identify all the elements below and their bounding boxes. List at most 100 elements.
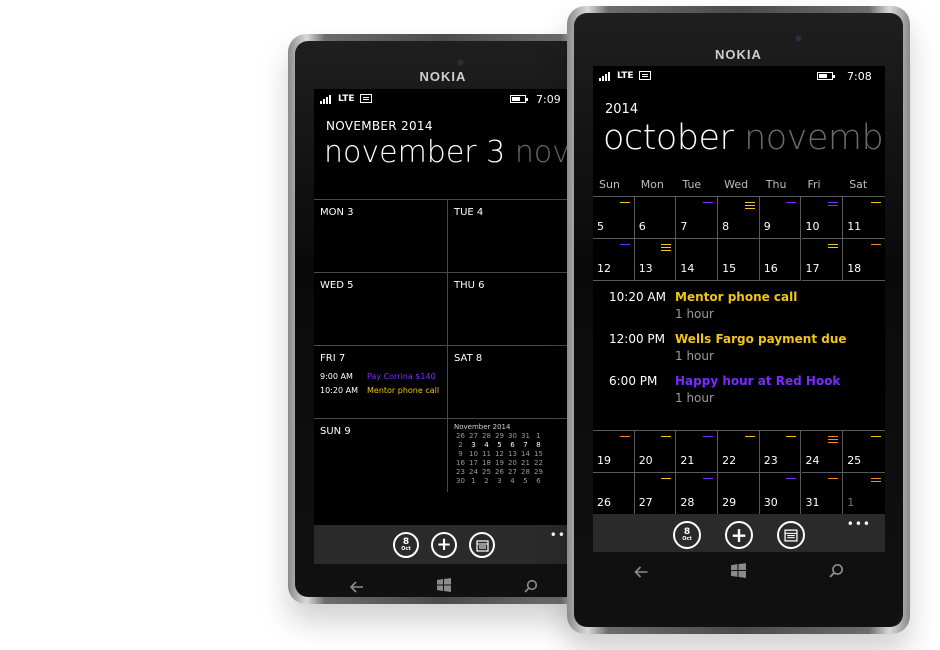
date-cell[interactable]: 8 <box>718 197 760 239</box>
mini-calendar-day[interactable]: 6 <box>532 477 545 485</box>
day-cell-sat[interactable]: SAT 8 <box>448 346 574 419</box>
month-pivot[interactable]: october novembe <box>603 118 885 158</box>
date-cell[interactable]: 25 <box>843 431 885 473</box>
date-cell[interactable]: 16 <box>759 239 802 281</box>
mini-calendar-day[interactable]: 24 <box>467 468 480 476</box>
date-cell[interactable]: 13 <box>634 239 677 281</box>
mini-calendar-day[interactable]: 19 <box>493 459 506 467</box>
mini-calendar-day[interactable]: 27 <box>467 432 480 440</box>
mini-calendar-day[interactable]: 28 <box>480 432 493 440</box>
event-item[interactable]: 10:20 AM Mentor phone call 1 hour <box>609 290 797 321</box>
next-month-title[interactable]: novembe <box>744 118 885 158</box>
today-button[interactable]: 8 Oct <box>673 521 701 549</box>
mini-calendar-day[interactable]: 29 <box>532 468 545 476</box>
mini-calendar-day[interactable]: 31 <box>519 432 532 440</box>
mini-calendar-day[interactable]: 30 <box>506 432 519 440</box>
day-cell-sun[interactable]: SUN 9 <box>314 419 448 492</box>
day-cell-tue[interactable]: TUE 4 <box>448 200 574 273</box>
mini-calendar-day[interactable]: 30 <box>454 477 467 485</box>
back-icon[interactable] <box>349 578 364 597</box>
next-pivot-title[interactable]: nove <box>515 135 574 170</box>
date-cell[interactable]: 21 <box>676 431 719 473</box>
day-cell-mon[interactable]: MON 3 <box>314 200 448 273</box>
date-cell[interactable]: 5 <box>593 197 635 239</box>
mini-calendar-day[interactable]: 26 <box>454 432 467 440</box>
today-button[interactable]: 8 Oct <box>393 532 419 558</box>
mini-calendar-day[interactable]: 21 <box>519 459 532 467</box>
day-cell-wed[interactable]: WED 5 <box>314 273 448 346</box>
mini-calendar-day[interactable]: 1 <box>467 477 480 485</box>
search-icon[interactable] <box>524 578 538 597</box>
mini-calendar[interactable]: November 2014 26 27 28 29 30 31 1 2 3 4 5 6 7 8 9 10 11 1… <box>448 419 574 492</box>
add-icon[interactable]: + <box>431 532 457 558</box>
date-cell[interactable]: 29 <box>718 473 760 515</box>
mini-calendar-day[interactable]: 16 <box>454 459 467 467</box>
event-item[interactable]: 12:00 PM Wells Fargo payment due 1 hour <box>609 332 847 363</box>
date-cell[interactable]: 18 <box>843 239 885 281</box>
mini-calendar-day[interactable]: 2 <box>454 441 467 449</box>
back-icon[interactable] <box>634 563 649 582</box>
header-date[interactable]: november 3 nove <box>324 135 574 170</box>
mini-calendar-day[interactable]: 22 <box>532 459 545 467</box>
mini-calendar-day[interactable]: 7 <box>519 441 532 449</box>
mini-calendar-day[interactable]: 1 <box>532 432 545 440</box>
date-cell[interactable]: 6 <box>634 197 677 239</box>
date-cell[interactable]: 23 <box>759 431 802 473</box>
date-cell[interactable]: 24 <box>801 431 844 473</box>
date-cell[interactable]: 7 <box>676 197 719 239</box>
mini-calendar-day[interactable]: 10 <box>467 450 480 458</box>
add-icon[interactable]: + <box>725 521 753 549</box>
date-cell[interactable]: 12 <box>593 239 635 281</box>
mini-calendar-day[interactable]: 4 <box>480 441 493 449</box>
mini-calendar-day[interactable]: 4 <box>506 477 519 485</box>
date-cell[interactable]: 17 <box>801 239 844 281</box>
date-cell[interactable]: 11 <box>843 197 885 239</box>
mini-calendar-day[interactable]: 28 <box>519 468 532 476</box>
event-item[interactable]: 6:00 PM Happy hour at Red Hook 1 hour <box>609 374 840 405</box>
date-cell[interactable]: 20 <box>634 431 677 473</box>
event-item[interactable]: 10:20 AM Mentor phone call <box>320 386 439 395</box>
date-cell[interactable]: 14 <box>676 239 719 281</box>
date-cell[interactable]: 27 <box>634 473 677 515</box>
mini-calendar-day[interactable]: 6 <box>506 441 519 449</box>
mini-calendar-day[interactable]: 20 <box>506 459 519 467</box>
mini-calendar-day[interactable]: 3 <box>493 477 506 485</box>
date-cell[interactable]: 26 <box>593 473 635 515</box>
mini-calendar-day[interactable]: 8 <box>532 441 545 449</box>
date-cell[interactable]: 1 <box>843 473 885 515</box>
mini-calendar-day[interactable]: 2 <box>480 477 493 485</box>
mini-calendar-day[interactable]: 12 <box>493 450 506 458</box>
date-cell[interactable]: 22 <box>718 431 760 473</box>
mini-calendar-day[interactable]: 11 <box>480 450 493 458</box>
mini-calendar-day[interactable]: 15 <box>532 450 545 458</box>
day-cell-thu[interactable]: THU 6 <box>448 273 574 346</box>
mini-calendar-day[interactable]: 17 <box>467 459 480 467</box>
month-view-icon[interactable] <box>469 532 495 558</box>
date-cell[interactable]: 30 <box>759 473 802 515</box>
day-cell-fri[interactable]: FRI 7 9:00 AM Pay Corrina $140 10:20 AM Me… <box>314 346 448 419</box>
mini-calendar-day[interactable]: 3 <box>467 441 480 449</box>
mini-calendar-day[interactable]: 27 <box>506 468 519 476</box>
date-cell[interactable]: 10 <box>801 197 844 239</box>
date-cell[interactable]: 19 <box>593 431 635 473</box>
windows-icon[interactable] <box>730 562 747 583</box>
mini-calendar-day[interactable]: 26 <box>493 468 506 476</box>
mini-calendar-day[interactable]: 29 <box>493 432 506 440</box>
month-view-icon[interactable] <box>777 521 805 549</box>
mini-calendar-day[interactable]: 5 <box>493 441 506 449</box>
more-icon[interactable]: ••• <box>847 517 871 531</box>
mini-calendar-day[interactable]: 14 <box>519 450 532 458</box>
event-item[interactable]: 9:00 AM Pay Corrina $140 <box>320 372 436 381</box>
date-cell[interactable]: 9 <box>759 197 802 239</box>
search-icon[interactable] <box>829 563 844 582</box>
mini-calendar-day[interactable]: 5 <box>519 477 532 485</box>
mini-calendar-day[interactable]: 25 <box>480 468 493 476</box>
date-cell[interactable]: 28 <box>676 473 719 515</box>
date-cell[interactable]: 15 <box>718 239 760 281</box>
date-cell[interactable]: 31 <box>801 473 844 515</box>
mini-calendar-day[interactable]: 18 <box>480 459 493 467</box>
mini-calendar-day[interactable]: 23 <box>454 468 467 476</box>
windows-icon[interactable] <box>436 577 452 597</box>
mini-calendar-day[interactable]: 13 <box>506 450 519 458</box>
mini-calendar-day[interactable]: 9 <box>454 450 467 458</box>
